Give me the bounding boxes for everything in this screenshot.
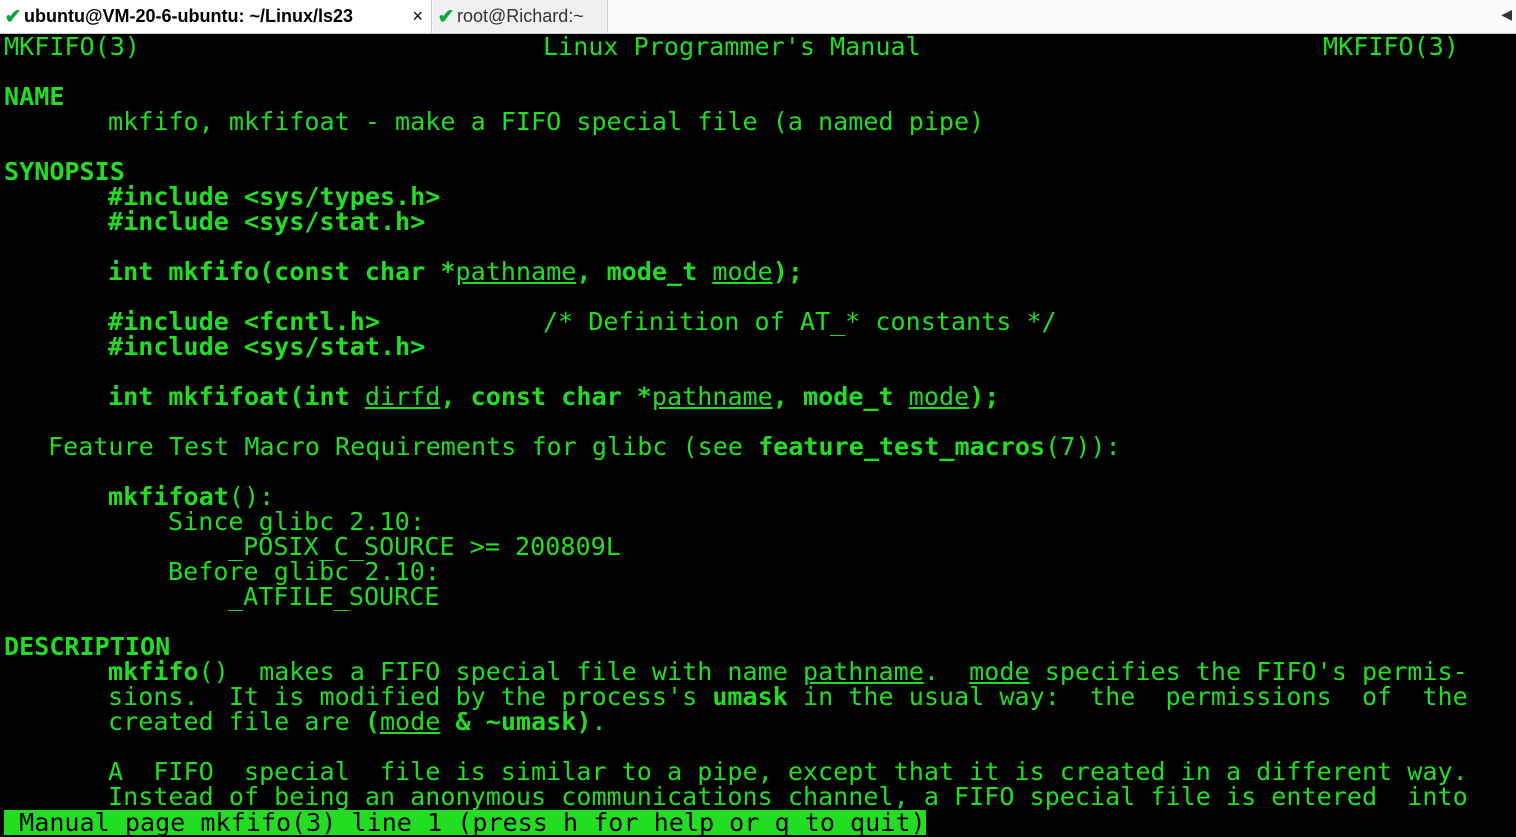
section-heading-synopsis: SYNOPSIS — [4, 157, 125, 186]
fcntl-comment: /* Definition of AT_* constants */ — [543, 307, 1057, 336]
checkmark-icon: ✔ — [437, 6, 455, 28]
name-text: mkfifo, mkfifoat - make a FIFO special f… — [108, 107, 985, 136]
description-line-1: mkfifo() makes a FIFO special file with … — [108, 657, 1468, 686]
mkfifo-prototype: int mkfifo(const char *pathname, mode_t … — [108, 257, 803, 286]
feature-test-requirements: Feature Test Macro Requirements for glib… — [48, 432, 1121, 461]
tab-label: root@Richard:~ — [457, 6, 584, 26]
tab-bar: ✔ ubuntu@VM-20-6-ubuntu: ~/Linux/ls23 × … — [0, 0, 1516, 34]
man-header-left: MKFIFO(3) — [4, 32, 140, 61]
close-tab-icon[interactable]: × — [412, 6, 423, 27]
description-line-2: sions. It is modified by the process's u… — [108, 682, 1468, 711]
ftm-before: Before glibc 2.10: — [168, 557, 440, 586]
ftm-before-value: _ATFILE_SOURCE — [228, 582, 440, 611]
description-line-4: A FIFO special file is similar to a pipe… — [108, 757, 1468, 786]
section-heading-description: DESCRIPTION — [4, 632, 171, 661]
checkmark-icon: ✔ — [4, 6, 22, 28]
include-sys-stat: #include <sys/stat.h> — [108, 207, 426, 236]
mkfifoat-prototype: int mkfifoat(int dirfd, const char *path… — [108, 382, 1000, 411]
include-fcntl: #include <fcntl.h> — [108, 307, 380, 336]
terminal-output[interactable]: MKFIFO(3) Linux Programmer's Manual MKFI… — [0, 34, 1516, 835]
description-line-3: created file are (mode & ~umask). — [108, 707, 607, 736]
section-heading-name: NAME — [4, 82, 65, 111]
ftm-function: mkfifoat(): — [108, 482, 275, 511]
include-sys-stat-2: #include <sys/stat.h> — [108, 332, 426, 361]
man-header-center: Linux Programmer's Manual — [543, 32, 921, 61]
description-line-5: Instead of being an anonymous communicat… — [108, 782, 1468, 811]
pager-status-bar: Manual page mkfifo(3) line 1 (press h fo… — [4, 808, 926, 837]
include-sys-types: #include <sys/types.h> — [108, 182, 441, 211]
tab-ubuntu-session[interactable]: ✔ ubuntu@VM-20-6-ubuntu: ~/Linux/ls23 × — [0, 0, 432, 33]
ftm-since: Since glibc 2.10: — [168, 507, 425, 536]
tab-label: ubuntu@VM-20-6-ubuntu: ~/Linux/ls23 — [24, 6, 354, 26]
scroll-left-icon[interactable]: ◀ — [1501, 6, 1512, 23]
ftm-since-value: _POSIX_C_SOURCE >= 200809L — [228, 532, 621, 561]
man-header-right: MKFIFO(3) — [1323, 32, 1459, 61]
tab-root-session[interactable]: ✔ root@Richard:~ — [433, 0, 608, 33]
